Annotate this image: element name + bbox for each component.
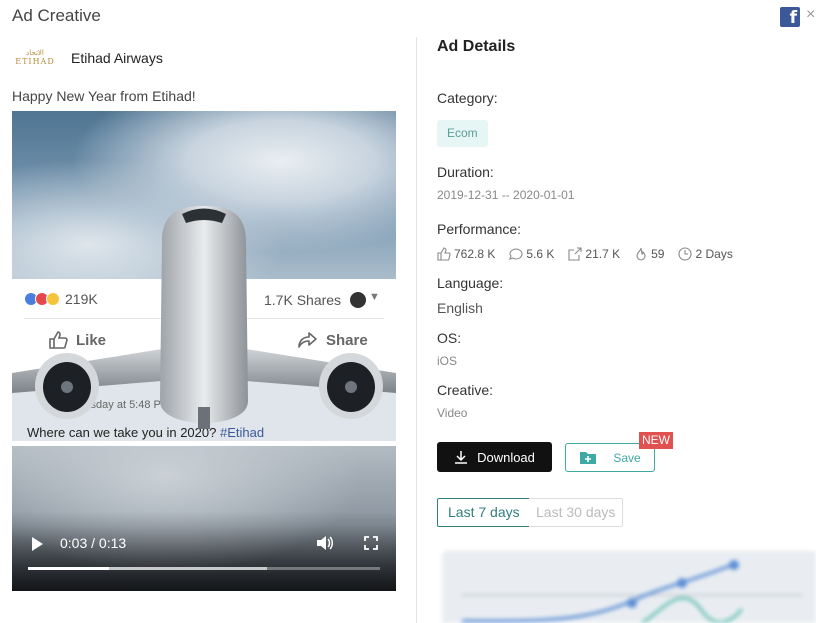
os-value: iOS xyxy=(437,354,458,368)
category-label: Category: xyxy=(437,90,498,106)
os-label: OS: xyxy=(437,330,462,346)
download-label: Download xyxy=(477,449,535,465)
logo-text: ETIHAD xyxy=(15,56,55,66)
category-tag: Ecom xyxy=(437,120,488,147)
play-icon[interactable] xyxy=(32,537,43,551)
fullscreen-icon[interactable] xyxy=(364,536,378,550)
trend-chart-preview xyxy=(442,551,816,623)
share-icon xyxy=(568,247,582,261)
video-played-bar xyxy=(28,567,109,570)
likes-value: 762.8 K xyxy=(454,247,496,261)
download-button[interactable]: Download xyxy=(437,442,552,472)
logo-arabic: الاتحاد xyxy=(26,49,44,57)
close-icon[interactable]: × xyxy=(806,6,815,24)
clock-icon xyxy=(678,247,693,261)
volume-icon[interactable] xyxy=(316,535,334,551)
advertiser-name[interactable]: Etihad Airways xyxy=(71,50,163,66)
language-value: English xyxy=(437,300,483,316)
thumbs-up-icon xyxy=(437,247,451,261)
advertiser-header: الاتحاد ETIHAD Etihad Airways xyxy=(12,46,163,70)
shares-stat: 21.7 K xyxy=(568,247,620,261)
video-progress-bar[interactable] xyxy=(28,567,380,570)
language-label: Language: xyxy=(437,275,504,291)
likes-stat: 762.8 K xyxy=(437,247,495,261)
performance-stats: 762.8 K 5.6 K 21.7 K 59 2 Days xyxy=(437,247,747,261)
ad-text: Happy New Year from Etihad! xyxy=(12,88,196,104)
duration-value: 2019-12-31 -- 2020-01-01 xyxy=(437,188,575,202)
shares-value: 21.7 K xyxy=(585,247,621,261)
facebook-logo-icon: f xyxy=(780,7,800,28)
hot-stat: 59 xyxy=(634,247,664,261)
airplane-image xyxy=(12,206,396,429)
ad-details-title: Ad Details xyxy=(437,38,516,55)
save-label: Save xyxy=(613,450,641,465)
video-controls xyxy=(12,511,396,591)
tab-last-30-days[interactable]: Last 30 days xyxy=(529,498,624,527)
duration-label: Duration: xyxy=(437,164,494,180)
video-player[interactable]: 219K 1.7K Shares ▼ Like Share Tuesday at… xyxy=(12,111,396,591)
new-badge: NEW xyxy=(639,432,673,449)
comment-icon xyxy=(509,248,523,260)
trend-chart-lines xyxy=(461,560,802,623)
comments-stat: 5.6 K xyxy=(509,247,554,261)
comments-value: 5.6 K xyxy=(526,247,555,261)
creative-label: Creative: xyxy=(437,382,494,398)
column-divider xyxy=(416,37,417,623)
days-stat: 2 Days xyxy=(678,247,733,261)
flame-icon xyxy=(636,247,646,261)
download-icon xyxy=(455,451,468,464)
tab-last-7-days[interactable]: Last 7 days xyxy=(437,498,531,527)
folder-add-icon xyxy=(580,452,597,464)
hot-value: 59 xyxy=(651,247,665,261)
advertiser-logo: الاتحاد ETIHAD xyxy=(12,46,58,70)
video-time: 0:03 / 0:13 xyxy=(60,535,127,551)
days-value: 2 Days xyxy=(695,247,733,261)
modal-title: Ad Creative xyxy=(12,6,101,25)
performance-label: Performance: xyxy=(437,221,522,237)
creative-value: Video xyxy=(437,406,468,420)
